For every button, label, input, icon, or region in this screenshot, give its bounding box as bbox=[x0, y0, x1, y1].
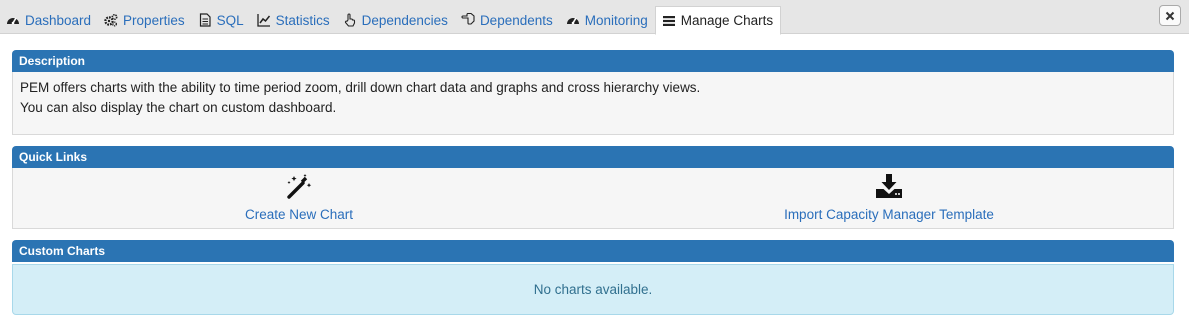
tab-list: Dashboard Properties SQL Statistics Depe… bbox=[0, 6, 782, 35]
dashboard-icon bbox=[6, 13, 20, 27]
tab-label: SQL bbox=[216, 12, 244, 28]
hand-pointer-icon bbox=[343, 13, 357, 27]
import-capacity-manager-template-label: Import Capacity Manager Template bbox=[784, 207, 994, 222]
import-capacity-manager-template-link[interactable]: Import Capacity Manager Template bbox=[689, 168, 1089, 226]
magic-wand-icon bbox=[285, 173, 313, 199]
tab-label: Dependents bbox=[479, 12, 553, 28]
dashboard-icon bbox=[566, 13, 580, 27]
create-new-chart-link[interactable]: Create New Chart bbox=[99, 168, 499, 226]
tab-label: Monitoring bbox=[584, 12, 648, 28]
tab-statistics[interactable]: Statistics bbox=[251, 6, 337, 34]
close-icon bbox=[1165, 11, 1175, 20]
description-body: PEM offers charts with the ability to ti… bbox=[12, 72, 1174, 135]
tab-monitoring[interactable]: Monitoring bbox=[560, 6, 655, 34]
tab-dashboard[interactable]: Dashboard bbox=[0, 6, 98, 34]
description-line: PEM offers charts with the ability to ti… bbox=[20, 80, 701, 95]
tab-sql[interactable]: SQL bbox=[192, 6, 251, 34]
line-chart-icon bbox=[256, 13, 271, 27]
gears-icon bbox=[104, 13, 118, 27]
custom-charts-header: Custom Charts bbox=[12, 240, 1174, 262]
quick-links-header: Quick Links bbox=[12, 146, 1174, 168]
document-icon bbox=[198, 13, 212, 27]
description-line: You can also display the chart on custom… bbox=[20, 100, 337, 115]
tab-properties[interactable]: Properties bbox=[98, 6, 192, 34]
tab-label: Statistics bbox=[275, 12, 330, 28]
tab-bar: Dashboard Properties SQL Statistics Depe… bbox=[0, 0, 1189, 35]
tab-dependencies[interactable]: Dependencies bbox=[337, 6, 455, 34]
close-button[interactable] bbox=[1159, 5, 1181, 26]
tab-label: Manage Charts bbox=[680, 13, 774, 28]
no-charts-message: No charts available. bbox=[12, 264, 1174, 315]
quick-links-body: Create New Chart Import Capacity Manager… bbox=[12, 168, 1174, 229]
description-header: Description bbox=[12, 50, 1174, 72]
create-new-chart-label: Create New Chart bbox=[244, 207, 354, 222]
tab-label: Dashboard bbox=[25, 12, 92, 28]
tab-label: Properties bbox=[123, 12, 185, 28]
download-icon bbox=[875, 173, 903, 199]
tab-manage-charts[interactable]: Manage Charts bbox=[654, 6, 782, 35]
list-icon bbox=[662, 14, 676, 28]
tab-dependents[interactable]: Dependents bbox=[455, 6, 560, 34]
hand-left-icon bbox=[461, 13, 475, 27]
tab-label: Dependencies bbox=[361, 12, 448, 28]
